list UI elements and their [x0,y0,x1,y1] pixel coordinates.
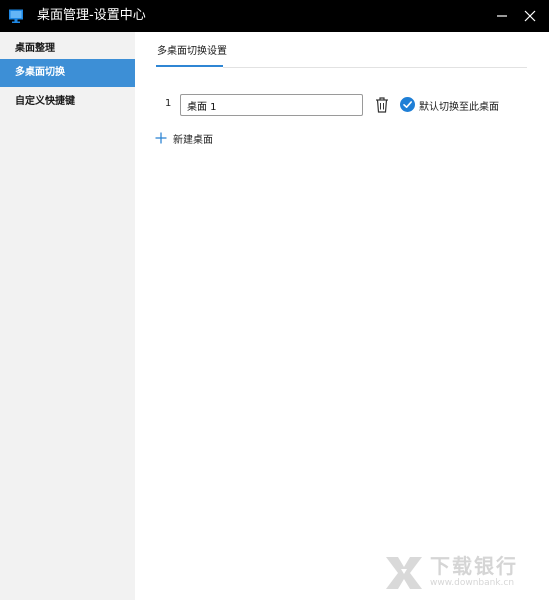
main-panel: 多桌面切换设置 1 默认切换至此桌面 新建桌面 [135,32,549,600]
watermark: 下载银行 www.downbank.cn [384,554,534,592]
close-button[interactable] [515,0,545,32]
new-desktop-label: 新建桌面 [173,134,213,146]
tab-multi-desktop-settings[interactable]: 多桌面切换设置 [157,42,227,66]
minimize-icon [497,15,507,17]
window-title: 桌面管理-设置中心 [37,8,146,23]
watermark-main-text: 下载银行 [430,554,518,578]
tab-divider [223,67,527,68]
sidebar-item-label: 多桌面切换 [15,67,65,78]
watermark-text: 下载银行 www.downbank.cn [430,554,518,589]
monitor-icon [9,9,23,23]
default-desktop-label[interactable]: 默认切换至此桌面 [419,98,499,113]
desktop-index: 1 [165,98,172,109]
default-desktop-checkbox[interactable] [400,97,415,112]
sidebar-item-label: 自定义快捷键 [15,96,75,107]
sidebar-item-label: 桌面整理 [15,43,55,54]
tab-active-indicator [156,65,223,67]
new-desktop-button[interactable]: 新建桌面 [155,131,213,146]
watermark-sub-text: www.downbank.cn [430,578,515,588]
desktop-name-input[interactable] [180,94,363,116]
watermark-logo-icon [386,557,422,589]
plus-icon [155,132,167,144]
trash-icon[interactable] [374,96,390,114]
settings-window: 桌面管理-设置中心 桌面整理 多桌面切换 自定义快捷键 多桌面切换设置 1 桌面… [0,0,549,600]
sidebar-item-custom-shortcuts[interactable]: 自定义快捷键 [0,88,135,116]
sidebar-item-multi-desktop[interactable]: 多桌面切换 [0,59,135,87]
close-icon [524,10,536,22]
sidebar: 桌面整理 多桌面切换 自定义快捷键 [0,32,135,600]
minimize-button[interactable] [487,0,517,32]
title-bar[interactable]: 桌面管理-设置中心 [0,0,549,32]
